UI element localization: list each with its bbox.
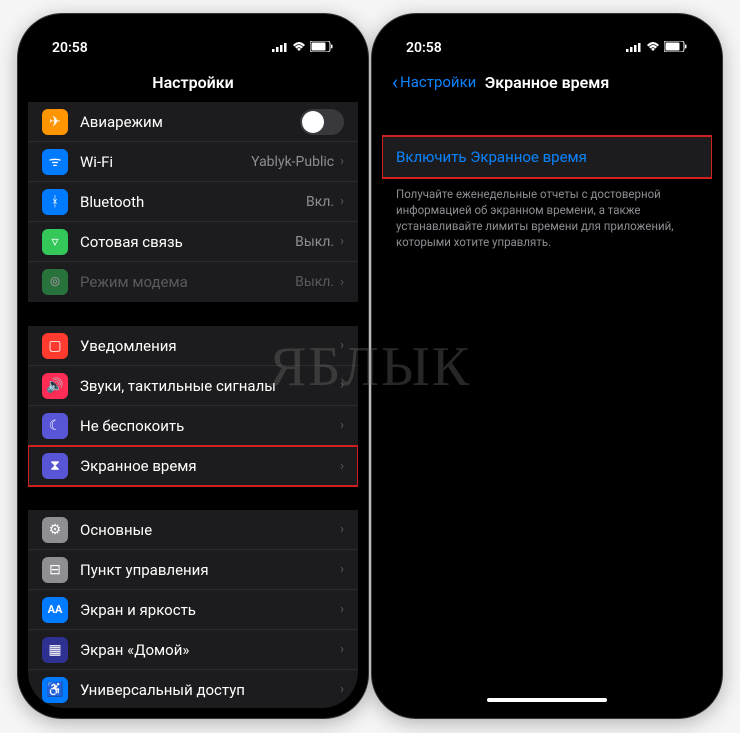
settings-row-wifi[interactable]: ᯤ Wi-FiYablyk-Public › [28,142,358,182]
chevron-right-icon: › [340,459,344,474]
screentime-content: Включить Экранное время Получайте еженед… [382,102,712,708]
settings-row-general[interactable]: ⚙ Основные› [28,510,358,550]
settings-group: ▢Уведомления›🔊Звуки, тактильные сигналы›… [28,326,358,486]
display-icon: AA [42,597,68,623]
row-label: Звуки, тактильные сигналы [80,377,340,395]
chevron-right-icon: › [340,562,344,577]
battery-icon [310,40,334,56]
chevron-right-icon: › [340,234,344,249]
settings-row-control[interactable]: ⊟ Пункт управления› [28,550,358,590]
row-label: Уведомления [80,337,340,355]
chevron-left-icon: ‹ [392,70,398,94]
battery-icon [664,40,688,56]
chevron-right-icon: › [340,602,344,617]
status-time: 20:58 [52,40,88,56]
page-title: Настройки [152,73,234,92]
chevron-right-icon: › [340,275,344,290]
home-icon: ▦ [42,637,68,663]
settings-list[interactable]: ✈ Авиарежим ᯤ Wi-FiYablyk-Public › ᚼ Bluetooth… [28,102,358,708]
signal-icon [272,40,288,56]
settings-row-access[interactable]: ♿ Универсальный доступ› [28,670,358,708]
row-value: Вкл. [306,194,334,210]
row-value: Yablyk-Public [251,154,334,170]
settings-group: ✈ Авиарежим ᯤ Wi-FiYablyk-Public › ᚼ Bluetooth… [28,102,358,302]
row-label: Сотовая связь [80,233,295,251]
phone-right: 20:58 ‹ Настройки [372,14,722,718]
notif-icon: ▢ [42,333,68,359]
row-label: Не беспокоить [80,417,340,435]
row-value: Выкл. [295,234,334,250]
notch [472,24,622,48]
general-icon: ⚙ [42,517,68,543]
back-label: Настройки [400,73,476,91]
access-icon: ♿ [42,677,68,703]
bt-icon: ᚼ [42,189,68,215]
enable-screentime-button[interactable]: Включить Экранное время [382,136,712,178]
chevron-right-icon: › [340,378,344,393]
chevron-right-icon: › [340,682,344,697]
settings-row-screentime[interactable]: ⧗ Экранное время› [28,446,358,486]
chevron-right-icon: › [340,642,344,657]
chevron-right-icon: › [340,194,344,209]
row-label: Экран и яркость [80,601,340,619]
row-label: Авиарежим [80,113,300,131]
row-label: Bluetooth [80,193,306,211]
settings-row-sound[interactable]: 🔊 Звуки, тактильные сигналы› [28,366,358,406]
home-indicator[interactable] [487,698,607,702]
row-label: Экранное время [80,457,340,475]
settings-row-dnd[interactable]: ☾ Не беспокоить› [28,406,358,446]
page-title: Экранное время [485,73,609,92]
hotspot-icon: ⊚ [42,269,68,295]
settings-row-home[interactable]: ▦ Экран «Домой»› [28,630,358,670]
airplane-icon: ✈ [42,109,68,135]
settings-row-notif[interactable]: ▢ Уведомления› [28,326,358,366]
enable-label: Включить Экранное время [396,148,587,166]
phone-left: 20:58 Настройки ✈ Авиарежим ᯤ Wi-FiYablyk-P… [18,14,368,718]
toggle-switch[interactable] [300,109,344,135]
row-label: Экран «Домой» [80,641,340,659]
chevron-right-icon: › [340,418,344,433]
wifi-status-icon [292,40,306,56]
row-label: Универсальный доступ [80,681,340,699]
chevron-right-icon: › [340,154,344,169]
settings-row-bt[interactable]: ᚼ BluetoothВкл. › [28,182,358,222]
sound-icon: 🔊 [42,373,68,399]
back-button[interactable]: ‹ Настройки [392,70,476,94]
nav-bar: Настройки [28,62,358,102]
row-label: Режим модема [80,273,295,291]
settings-row-cell[interactable]: ▿ Сотовая связьВыкл. › [28,222,358,262]
cell-icon: ▿ [42,229,68,255]
wifi-icon: ᯤ [42,149,68,175]
signal-icon [626,40,642,56]
screentime-icon: ⧗ [42,453,68,479]
row-label: Основные [80,521,340,539]
wifi-status-icon [646,40,660,56]
settings-row-hotspot[interactable]: ⊚ Режим модемаВыкл. › [28,262,358,302]
chevron-right-icon: › [340,338,344,353]
chevron-right-icon: › [340,522,344,537]
nav-bar: ‹ Настройки Экранное время [382,62,712,102]
settings-row-airplane[interactable]: ✈ Авиарежим [28,102,358,142]
row-label: Wi-Fi [80,153,251,171]
control-icon: ⊟ [42,557,68,583]
dnd-icon: ☾ [42,413,68,439]
settings-row-display[interactable]: AA Экран и яркость› [28,590,358,630]
row-label: Пункт управления [80,561,340,579]
footer-description: Получайте еженедельные отчеты с достовер… [382,178,712,258]
notch [118,24,268,48]
row-value: Выкл. [295,274,334,290]
settings-group: ⚙Основные›⊟Пункт управления›AAЭкран и яр… [28,510,358,708]
status-time: 20:58 [406,40,442,56]
